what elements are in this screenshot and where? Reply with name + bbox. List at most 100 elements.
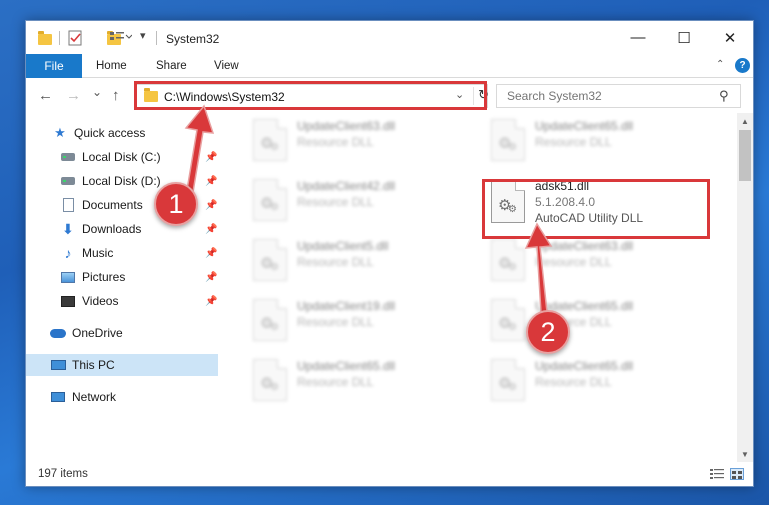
sidebar-item-label: This PC — [72, 358, 115, 372]
file-item[interactable]: ⚙ ⚙ UpdateClient19.dll Resource DLL — [251, 295, 483, 345]
file-list: ⚙ ⚙ UpdateClient63.dll Resource DLL ⚙ ⚙ Up… — [223, 113, 738, 462]
file-item[interactable]: ⚙ ⚙ UpdateClient65.dll Resource DLL — [489, 115, 721, 165]
file-type: Resource DLL — [535, 255, 612, 269]
collapse-ribbon-icon[interactable]: ⌃ — [716, 59, 724, 70]
videos-icon — [60, 293, 76, 309]
file-name: UpdateClient65.dll — [535, 119, 634, 133]
close-button[interactable]: ✕ — [707, 21, 753, 54]
recent-locations-icon[interactable]: ⌄ — [92, 85, 102, 99]
file-name: UpdateClient42.dll — [297, 179, 396, 193]
sidebar-item-onedrive[interactable]: OneDrive — [26, 322, 218, 344]
sidebar-item-label: Local Disk (C:) — [82, 150, 161, 164]
star-icon: ★ — [54, 125, 66, 140]
file-item[interactable]: ⚙ ⚙ UpdateClient5.dll Resource DLL — [251, 235, 483, 285]
sidebar-item-music[interactable]: ♪ Music 📌 — [26, 242, 218, 264]
minimize-button[interactable]: — — [615, 21, 661, 54]
window-title: System32 — [166, 32, 220, 46]
file-tab[interactable]: File — [26, 54, 82, 78]
downloads-icon: ⬇ — [62, 220, 74, 237]
file-type: Resource DLL — [297, 255, 374, 269]
pin-icon[interactable]: 📌 — [205, 248, 217, 259]
item-count: 197 items — [38, 468, 88, 480]
file-name: UpdateClient65.dll — [297, 359, 396, 373]
pictures-icon — [60, 269, 76, 285]
file-type: Resource DLL — [535, 135, 612, 149]
sidebar-item-quick-access[interactable]: ★ Quick access — [26, 122, 218, 144]
pin-icon[interactable]: 📌 — [205, 152, 217, 163]
tab-share[interactable]: Share — [156, 60, 187, 72]
help-icon[interactable]: ? — [735, 58, 750, 73]
title-divider — [59, 31, 60, 45]
file-name: UpdateClient19.dll — [297, 299, 396, 313]
scroll-thumb[interactable] — [739, 130, 751, 181]
ribbon-tabs: File Home Share View ⌃ ? — [26, 54, 753, 78]
file-type: Resource DLL — [535, 375, 612, 389]
sidebar-item-network[interactable]: Network — [26, 386, 218, 408]
tab-view[interactable]: View — [214, 60, 239, 72]
title-divider — [156, 31, 157, 45]
file-type: Resource DLL — [297, 135, 374, 149]
file-item[interactable]: ⚙ ⚙ UpdateClient63.dll Resource DLL — [489, 235, 721, 285]
onedrive-icon — [50, 325, 66, 341]
sidebar-item-label: Quick access — [74, 126, 146, 140]
quick-access-dropdown-icon[interactable]: ▾ — [140, 29, 146, 45]
vertical-scrollbar[interactable]: ▲ ▼ — [737, 113, 753, 462]
pin-icon[interactable]: 📌 — [205, 224, 217, 235]
up-button[interactable]: ↑ — [112, 87, 120, 104]
music-icon: ♪ — [64, 245, 72, 261]
folder-icon — [38, 31, 52, 45]
sidebar-item-label: Documents — [82, 198, 143, 212]
dll-file-icon: ⚙ ⚙ — [491, 119, 525, 161]
dll-file-icon: ⚙ ⚙ — [253, 119, 287, 161]
sidebar-item-label: Network — [72, 390, 117, 404]
tiles-view-icon[interactable] — [730, 468, 744, 480]
file-type: Resource DLL — [297, 195, 374, 209]
file-item[interactable]: ⚙ ⚙ UpdateClient63.dll Resource DLL — [251, 115, 483, 165]
sidebar-item-pictures[interactable]: Pictures 📌 — [26, 266, 218, 288]
pin-icon[interactable]: 📌 — [205, 200, 217, 211]
search-input[interactable] — [497, 85, 712, 107]
file-item[interactable]: ⚙ ⚙ UpdateClient65.dll Resource DLL — [489, 295, 721, 345]
file-type: Resource DLL — [297, 315, 374, 329]
network-icon — [50, 389, 66, 405]
step-1-badge: 1 — [154, 182, 198, 226]
scroll-up-icon[interactable]: ▲ — [741, 117, 749, 126]
pin-icon[interactable]: 📌 — [205, 176, 217, 187]
file-name: UpdateClient65.dll — [535, 359, 634, 373]
back-button[interactable]: ← — [38, 87, 53, 104]
sidebar-item-local-disk-c[interactable]: Local Disk (C:) 📌 — [26, 146, 218, 168]
forward-button[interactable]: → — [66, 87, 81, 104]
file-name: UpdateClient5.dll — [297, 239, 389, 253]
step-2-badge: 2 — [526, 310, 570, 354]
dll-file-icon: ⚙ ⚙ — [253, 359, 287, 401]
search-box[interactable]: ⚲ — [496, 84, 741, 108]
search-icon[interactable]: ⚲ — [719, 88, 729, 104]
sidebar-item-videos[interactable]: Videos 📌 — [26, 290, 218, 312]
details-view-icon[interactable] — [710, 468, 724, 480]
pin-icon[interactable]: 📌 — [205, 272, 217, 283]
file-item[interactable]: ⚙ ⚙ UpdateClient65.dll Resource DLL — [489, 355, 721, 405]
dll-file-icon: ⚙ ⚙ — [253, 179, 287, 221]
file-name: UpdateClient63.dll — [297, 119, 396, 133]
sidebar-item-label: Local Disk (D:) — [82, 174, 161, 188]
file-item[interactable]: ⚙ ⚙ UpdateClient65.dll Resource DLL — [251, 355, 483, 405]
customize-toolbar-icon[interactable] — [110, 30, 133, 46]
sidebar-item-label: OneDrive — [72, 326, 123, 340]
scroll-down-icon[interactable]: ▼ — [741, 450, 749, 459]
dll-file-icon: ⚙ ⚙ — [491, 299, 525, 341]
dll-file-icon: ⚙ ⚙ — [253, 239, 287, 281]
sidebar-item-label: Pictures — [82, 270, 126, 284]
sidebar-item-label: Videos — [82, 294, 119, 308]
properties-icon[interactable] — [68, 30, 83, 46]
sidebar-item-this-pc[interactable]: This PC — [26, 354, 218, 376]
drive-icon — [60, 173, 76, 189]
address-highlight-box — [134, 81, 487, 110]
file-name: UpdateClient63.dll — [535, 239, 634, 253]
tab-home[interactable]: Home — [96, 60, 127, 72]
navigation-pane: ★ Quick access Local Disk (C:) 📌 Local D… — [26, 113, 222, 462]
pin-icon[interactable]: 📌 — [205, 296, 217, 307]
file-type: Resource DLL — [297, 375, 374, 389]
file-item[interactable]: ⚙ ⚙ UpdateClient42.dll Resource DLL — [251, 175, 483, 225]
maximize-button[interactable]: ☐ — [661, 21, 707, 54]
documents-icon — [60, 197, 76, 213]
